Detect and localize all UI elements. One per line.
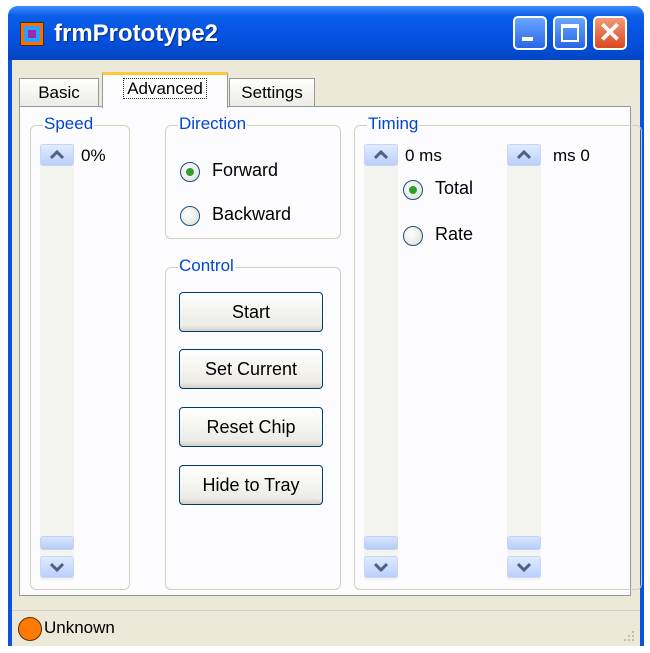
maximize-icon (561, 24, 579, 42)
tab-advanced[interactable]: Advanced (102, 72, 228, 108)
timing-left-value: 0 ms (405, 146, 442, 165)
timing-group-label: Timing (367, 114, 420, 134)
radio-total-label[interactable]: Total (435, 178, 473, 199)
tab-advanced-label: Advanced (123, 78, 207, 99)
radio-rate-label[interactable]: Rate (435, 224, 473, 245)
tab-settings[interactable]: Settings (229, 78, 315, 106)
minimize-button[interactable] (513, 16, 547, 50)
chevron-down-icon (374, 562, 388, 572)
timing-left-scrollbar[interactable] (364, 144, 398, 580)
direction-group-label: Direction (178, 114, 248, 134)
client-area: Basic Advanced Settings Speed 0% Directi… (12, 60, 642, 646)
speed-group-label: Speed (43, 114, 95, 134)
radio-selected-dot (186, 168, 194, 176)
chevron-down-icon (50, 562, 64, 572)
direction-group: Direction Forward Backward (165, 114, 341, 239)
radio-rate-circle[interactable] (403, 226, 423, 246)
radio-total-circle[interactable] (403, 180, 423, 200)
chevron-up-icon (517, 150, 531, 160)
radio-forward-label[interactable]: Forward (212, 160, 278, 181)
radio-selected-dot (409, 186, 417, 194)
timing-right-value: ms 0 (553, 146, 590, 165)
timing-left-scroll-thumb[interactable] (364, 536, 398, 550)
status-bar: Unknown (12, 610, 640, 646)
timing-right-scrollbar[interactable] (507, 144, 541, 580)
hide-to-tray-button[interactable]: Hide to Tray (179, 465, 323, 505)
close-button[interactable]: ✕ (593, 16, 627, 50)
timing-left-scroll-up-button[interactable] (364, 144, 398, 166)
start-button[interactable]: Start (179, 292, 323, 332)
radio-backward-label[interactable]: Backward (212, 204, 291, 225)
timing-right-scroll-thumb[interactable] (507, 536, 541, 550)
window-title: frmPrototype2 (54, 20, 219, 47)
speed-scroll-up-button[interactable] (40, 144, 74, 166)
speed-scroll-down-button[interactable] (40, 556, 74, 578)
timing-left-scroll-down-button[interactable] (364, 556, 398, 578)
chevron-up-icon (374, 150, 388, 160)
status-text: Unknown (44, 618, 115, 637)
speed-value: 0% (81, 146, 106, 165)
tab-basic[interactable]: Basic (19, 78, 99, 106)
control-group-label: Control (178, 256, 235, 276)
minimize-icon (522, 37, 533, 41)
timing-right-scroll-up-button[interactable] (507, 144, 541, 166)
set-current-button[interactable]: Set Current (179, 349, 323, 389)
timing-right-scroll-down-button[interactable] (507, 556, 541, 578)
maximize-button[interactable] (553, 16, 587, 50)
chevron-down-icon (517, 562, 531, 572)
status-indicator-icon (18, 617, 42, 641)
tab-panel-advanced: Speed 0% Direction Forward Backward Cont… (19, 106, 642, 596)
main-window: frmPrototype2 ✕ Basic Advanced Settings … (8, 6, 644, 646)
speed-scroll-thumb[interactable] (40, 536, 74, 550)
chevron-up-icon (50, 150, 64, 160)
app-icon[interactable] (20, 22, 44, 46)
reset-chip-button[interactable]: Reset Chip (179, 407, 323, 447)
resize-grip-icon[interactable] (622, 629, 636, 643)
speed-group: Speed 0% (30, 114, 130, 590)
timing-group: Timing 0 ms Total Rate ms 0 (354, 114, 642, 590)
control-group: Control Start Set Current Reset Chip Hid… (165, 256, 341, 590)
close-icon: ✕ (598, 17, 622, 48)
radio-forward-circle[interactable] (180, 162, 200, 182)
radio-backward-circle[interactable] (180, 206, 200, 226)
title-bar[interactable]: frmPrototype2 ✕ (8, 6, 644, 60)
speed-scrollbar[interactable] (40, 144, 74, 580)
